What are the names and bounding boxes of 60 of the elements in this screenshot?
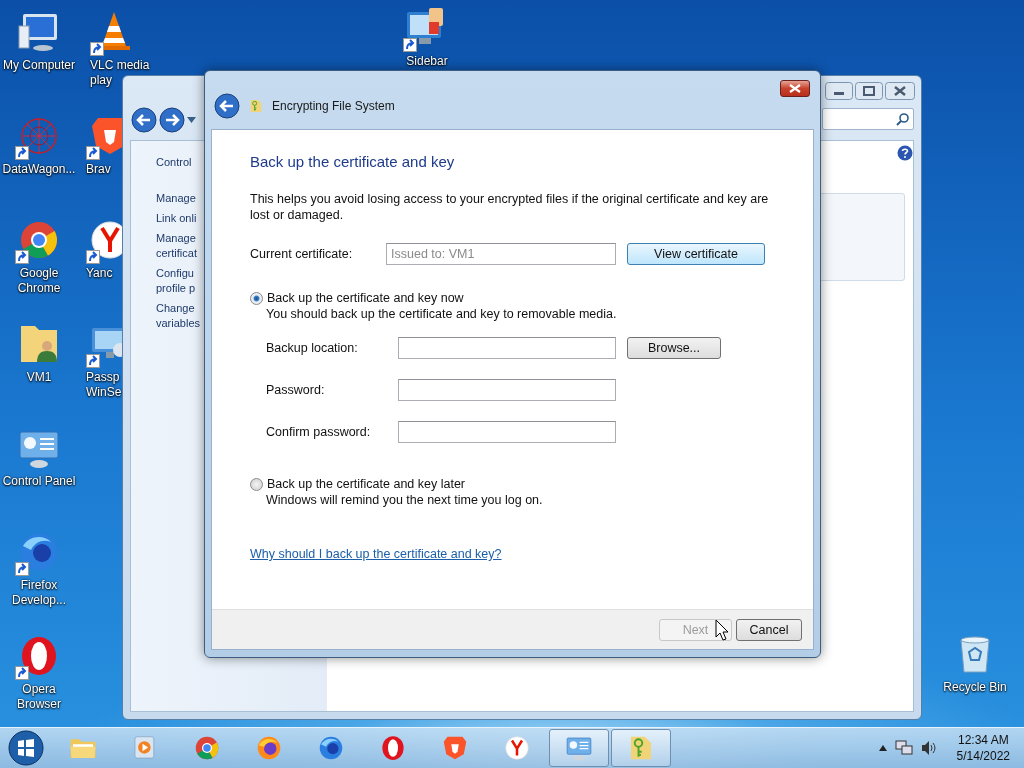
option-label[interactable]: Back up the certificate and key later: [267, 477, 466, 491]
key-folder-icon: [248, 98, 264, 114]
close-icon[interactable]: [885, 82, 915, 100]
y-logo-icon: [502, 733, 532, 763]
close-icon: [789, 84, 801, 93]
footer-button[interactable]: Cancel: [736, 618, 802, 641]
intro-text: This helps you avoid losing access to your encrypted files if the original certificate and key are lost or damaged.: [250, 191, 770, 223]
close-button[interactable]: [780, 80, 810, 97]
dropdown-caret-icon[interactable]: [187, 117, 196, 123]
help-link[interactable]: Why should I back up the certificate and key?: [250, 547, 502, 561]
field-label: Current certificate:: [250, 247, 354, 261]
radio-button[interactable]: [250, 477, 263, 491]
field-label: Backup location:: [266, 341, 359, 355]
nav-link[interactable]: Configu profile p: [156, 266, 204, 296]
input-field[interactable]: [398, 379, 616, 401]
desktop-icon-label[interactable]: Google Chrome: [0, 266, 78, 296]
window-title: Encrypting File System: [272, 99, 395, 113]
input-field[interactable]: [398, 337, 616, 359]
search-icon: [896, 112, 909, 126]
caret-icon[interactable]: [878, 745, 887, 751]
radio-button[interactable]: [250, 291, 263, 305]
desktop-icon-label[interactable]: DataWagon...: [2, 162, 76, 177]
taskbar-button[interactable]: [611, 729, 671, 767]
search-field[interactable]: [822, 108, 914, 130]
desktop-icon-label[interactable]: Yanc: [86, 266, 113, 281]
network-icon[interactable]: [894, 740, 913, 756]
page-heading: Back up the certificate and key: [250, 153, 456, 170]
clock[interactable]: 12:34 AM 5/14/2022: [956, 732, 1010, 764]
field-label: Confirm password:: [266, 425, 372, 439]
taskbar-button[interactable]: [549, 729, 609, 767]
nav-link[interactable]: Manage certificat: [156, 231, 204, 261]
mouse-pointer-icon: [715, 619, 729, 641]
desktop-icon-label[interactable]: Control Panel: [2, 474, 76, 489]
option-description: You should back up the certificate and key to removable media.: [266, 307, 618, 321]
nav-link[interactable]: Link onli: [156, 211, 197, 226]
desktop-icon-label[interactable]: My Computer: [3, 58, 75, 73]
nav-link[interactable]: Change variables: [156, 301, 204, 331]
nav-link[interactable]: Control: [156, 155, 192, 170]
clock-date: 5/14/2022: [956, 748, 1010, 764]
nav-link[interactable]: Manage: [156, 191, 196, 206]
desktop-icon-label[interactable]: Recycle Bin: [943, 680, 1007, 695]
desktop-icon-label[interactable]: Passp WinSe: [86, 370, 122, 400]
desktop-icon-label[interactable]: VM1: [26, 370, 52, 385]
input-field[interactable]: [398, 421, 616, 443]
option-description: Windows will remind you the next time you log on.: [266, 493, 544, 507]
browse-button[interactable]: Browse...: [627, 337, 721, 359]
back-icon[interactable]: [131, 107, 157, 133]
desktop-icon-label[interactable]: Brav: [86, 162, 111, 177]
desktop-icon-label[interactable]: Sidebar: [406, 54, 448, 69]
speaker-icon[interactable]: [920, 740, 937, 756]
desktop-icon-label[interactable]: Firefox Develop...: [0, 578, 78, 608]
clock-time: 12:34 AM: [957, 732, 1009, 748]
back-icon[interactable]: [214, 93, 240, 119]
help-icon[interactable]: [897, 145, 913, 161]
forward-icon[interactable]: [159, 107, 185, 133]
minimize-icon[interactable]: [825, 82, 853, 100]
maximize-icon[interactable]: [855, 82, 883, 100]
desktop-icon-label[interactable]: VLC media play: [90, 58, 152, 88]
option-label[interactable]: Back up the certificate and key now: [267, 291, 464, 305]
field-label: Password:: [266, 383, 326, 397]
